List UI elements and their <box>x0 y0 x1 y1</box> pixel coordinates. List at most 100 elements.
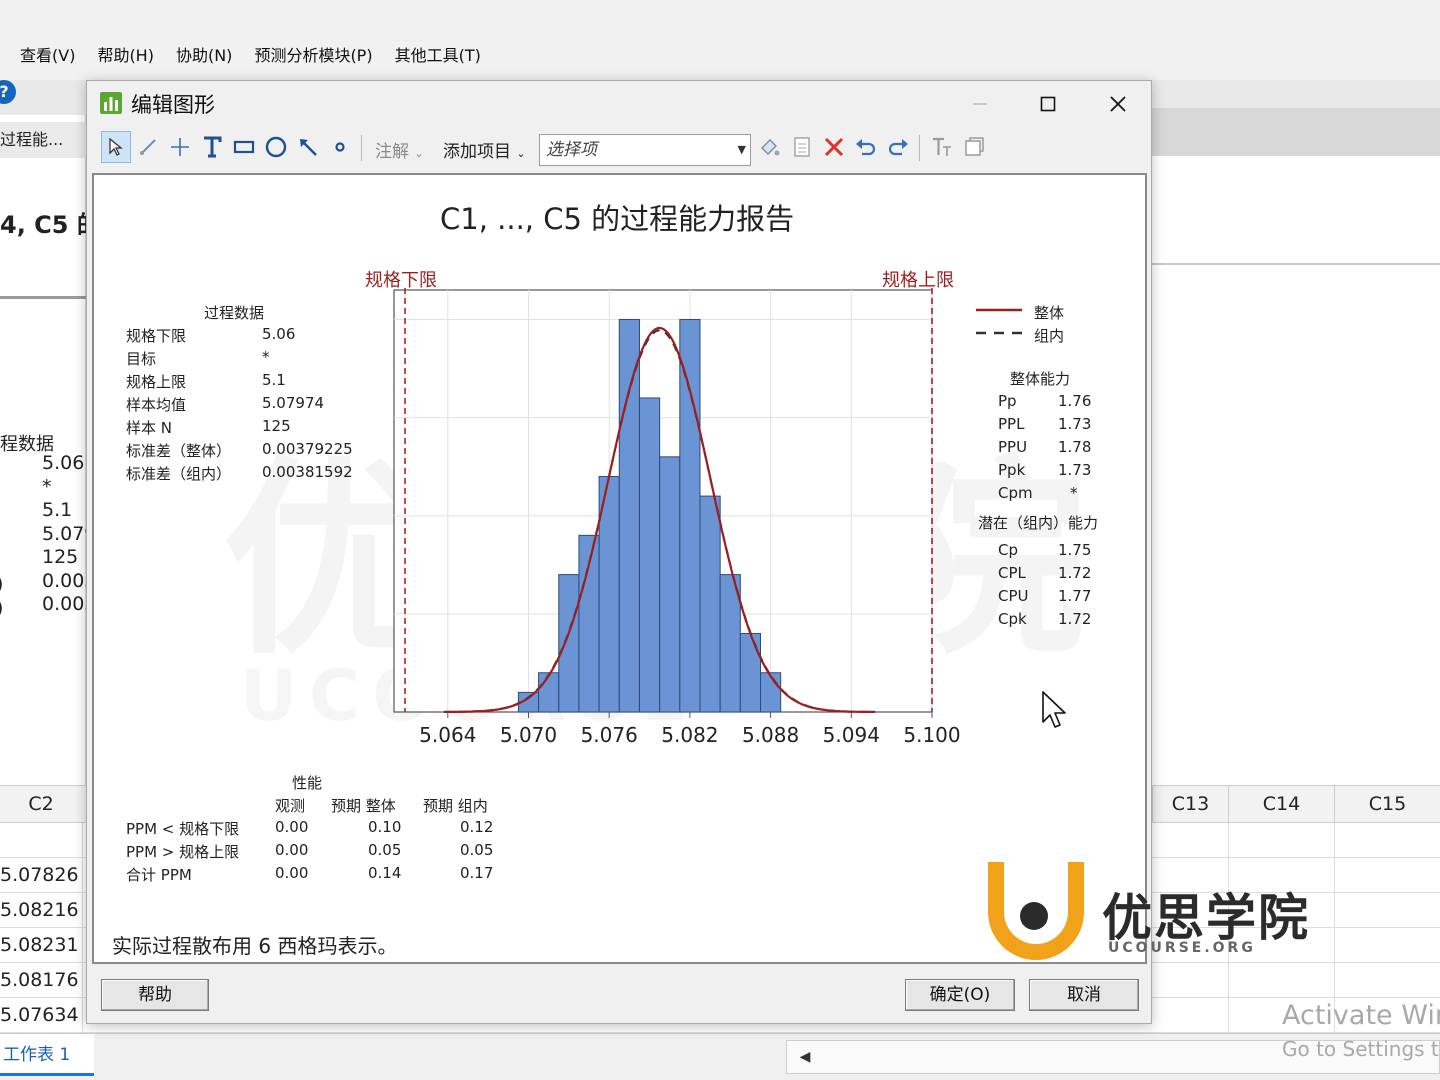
capability-label: Pp <box>998 392 1017 410</box>
add-item-label: 添加项目 <box>443 142 511 162</box>
bg-right-toolbar <box>1152 108 1440 156</box>
x-tick-label: 5.064 <box>419 723 476 747</box>
table-cell[interactable]: 5.08216 <box>0 893 82 928</box>
redo-button[interactable] <box>883 131 913 163</box>
dialog-title: 编辑图形 <box>131 93 215 117</box>
marker-icon <box>335 142 345 152</box>
add-item-menu[interactable]: 添加项目 ⌄ <box>443 137 526 162</box>
line-tool-button[interactable] <box>293 131 323 163</box>
select-item-dropdown[interactable]: 选择项 ▼ <box>539 134 751 166</box>
process-data-title[interactable]: 过程数据 <box>204 302 264 323</box>
crosshair-tool-button[interactable] <box>165 131 195 163</box>
help-icon[interactable]: ? <box>0 80 16 104</box>
menu-assist[interactable]: 协助(N) <box>176 42 232 66</box>
text-format-button[interactable] <box>927 131 957 163</box>
histogram-bar[interactable] <box>538 672 560 713</box>
sheet-tab-worksheet1[interactable]: 工作表 1 <box>0 1034 94 1076</box>
histogram-bar[interactable] <box>739 632 762 713</box>
help-button[interactable]: 帮助 <box>101 979 209 1011</box>
column-header-c15[interactable]: C15 <box>1334 785 1440 823</box>
menu-items: 查看(V) 帮助(H) 协助(N) 预测分析模块(P) 其他工具(T) <box>20 42 481 66</box>
process-data-label: 标准差（组内） <box>126 465 232 483</box>
graph-app-icon <box>100 92 122 114</box>
capability-value: 1.72 <box>1058 564 1092 582</box>
histogram-bar[interactable] <box>558 574 580 713</box>
output-tab[interactable]: 过程能... <box>0 122 86 158</box>
capability-value: 1.78 <box>1058 438 1092 456</box>
x-tick-label: 5.094 <box>823 723 880 747</box>
process-data-label: 样本 N <box>126 419 172 437</box>
menu-view[interactable]: 查看(V) <box>20 42 75 66</box>
histogram-bar[interactable] <box>699 495 721 713</box>
edit-properties-button[interactable] <box>755 131 785 163</box>
histogram-bar[interactable] <box>618 318 640 713</box>
report-title[interactable]: C1, ..., C5 的过程能力报告 <box>440 196 794 238</box>
process-data-label: 规格下限 <box>126 327 187 345</box>
process-data-value: 5.07974 <box>262 394 325 412</box>
capability-value: 1.73 <box>1058 461 1092 479</box>
output-title: 4, C5 的 <box>0 211 86 239</box>
chevron-down-icon: ⌄ <box>516 147 526 160</box>
scroll-left-icon[interactable]: ◀ <box>793 1041 817 1073</box>
divider <box>0 296 86 299</box>
text-tool-button[interactable] <box>197 131 227 163</box>
overall-capability-title[interactable]: 整体能力 <box>1010 368 1070 389</box>
performance-value: 0.00 <box>275 841 309 859</box>
ok-button[interactable]: 确定(O) <box>905 979 1015 1011</box>
performance-title[interactable]: 性能 <box>292 772 322 793</box>
capability-label: PPU <box>998 438 1028 456</box>
maximize-button[interactable] <box>1025 85 1071 123</box>
menu-predictive-analytics[interactable]: 预测分析模块(P) <box>254 42 372 66</box>
menu-other-tools[interactable]: 其他工具(T) <box>395 42 481 66</box>
brush-tool-button[interactable] <box>133 131 163 163</box>
minimize-button[interactable] <box>957 85 1003 123</box>
select-tool-button[interactable] <box>101 131 131 163</box>
marker-tool-button[interactable] <box>325 131 355 163</box>
capability-value: 1.76 <box>1058 392 1092 410</box>
column-header-c2[interactable]: C2 <box>0 785 82 823</box>
x-tick-label: 5.088 <box>742 723 799 747</box>
table-cell[interactable]: 5.07826 <box>0 858 82 893</box>
annotate-menu[interactable]: 注解 ⌄ <box>375 137 424 162</box>
frame-button[interactable] <box>959 131 989 163</box>
performance-value: 0.14 <box>368 864 402 882</box>
column-header-c13[interactable]: C13 <box>1152 785 1228 823</box>
output-value: 0.003 <box>42 593 88 615</box>
process-data-value: 125 <box>262 417 291 435</box>
table-cell[interactable]: 5.08176 <box>0 963 82 998</box>
histogram-bar[interactable] <box>760 672 782 713</box>
legend-overall-label[interactable]: 整体 <box>1034 302 1064 323</box>
histogram-bar[interactable] <box>638 397 661 713</box>
performance-header: 观测 <box>275 797 306 815</box>
capability-value: * <box>1070 484 1078 502</box>
process-data-label: 目标 <box>126 350 157 368</box>
undo-button[interactable] <box>851 131 881 163</box>
ellipse-tool-button[interactable] <box>261 131 291 163</box>
capability-label: CPU <box>998 587 1029 605</box>
menu-help[interactable]: 帮助(H) <box>97 42 154 66</box>
capability-value: 1.77 <box>1058 587 1092 605</box>
histogram-bar[interactable] <box>659 456 681 713</box>
table-cell[interactable]: 5.07634 <box>0 998 82 1033</box>
delete-button[interactable] <box>819 131 849 163</box>
x-tick-label: 5.076 <box>581 723 638 747</box>
capability-histogram[interactable]: 5.064 5.070 5.076 5.082 5.088 5.094 5.100 <box>380 280 960 760</box>
rectangle-tool-button[interactable] <box>229 131 259 163</box>
potential-capability-title[interactable]: 潜在（组内）能力 <box>978 512 1098 533</box>
close-button[interactable] <box>1095 85 1141 123</box>
dialog-titlebar: 编辑图形 <box>87 81 1151 127</box>
annotate-label: 注解 <box>375 142 409 162</box>
performance-value: 0.10 <box>368 818 402 836</box>
output-value: 0.003 <box>42 569 88 592</box>
brand-logo-subtext: UCOURSE.ORG <box>1108 940 1256 956</box>
report-footnote[interactable]: 实际过程散布用 6 西格玛表示。 <box>112 930 397 959</box>
copy-button[interactable] <box>787 131 817 163</box>
legend-within-label[interactable]: 组内 <box>1034 325 1064 346</box>
histogram-bar[interactable] <box>679 318 701 713</box>
capability-label: PPL <box>998 415 1025 433</box>
table-cell[interactable]: 5.08231 <box>0 928 82 963</box>
column-header-c14[interactable]: C14 <box>1228 785 1334 823</box>
cancel-button[interactable]: 取消 <box>1029 979 1139 1011</box>
capability-label: Cp <box>998 541 1018 559</box>
x-tick-label: 5.070 <box>500 723 557 747</box>
